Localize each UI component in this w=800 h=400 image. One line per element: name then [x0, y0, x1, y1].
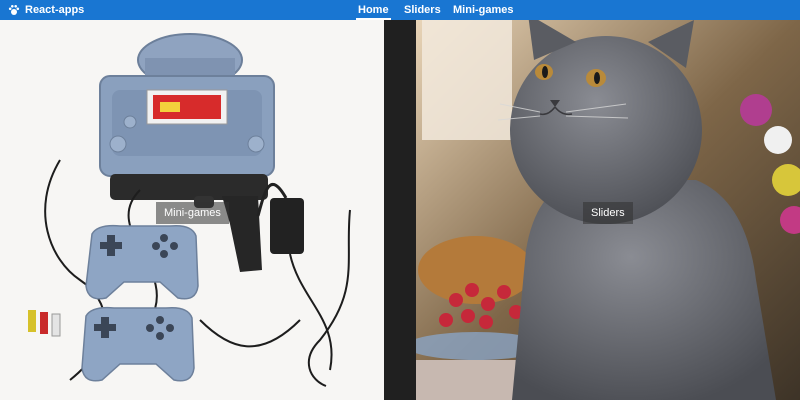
main-nav: Home Sliders Mini-games — [0, 0, 800, 20]
nav-mini-games[interactable]: Mini-games — [453, 0, 514, 20]
top-app-bar: React-apps Home Sliders Mini-games — [0, 0, 800, 20]
divider — [384, 20, 416, 400]
nav-sliders[interactable]: Sliders — [404, 0, 441, 20]
mini-games-caption: Mini-games — [156, 202, 229, 224]
mini-games-tile[interactable]: Mini-games — [0, 20, 384, 400]
sliders-tile[interactable]: Sliders — [416, 20, 800, 400]
nav-home[interactable]: Home — [356, 0, 391, 20]
sliders-caption: Sliders — [583, 202, 633, 224]
